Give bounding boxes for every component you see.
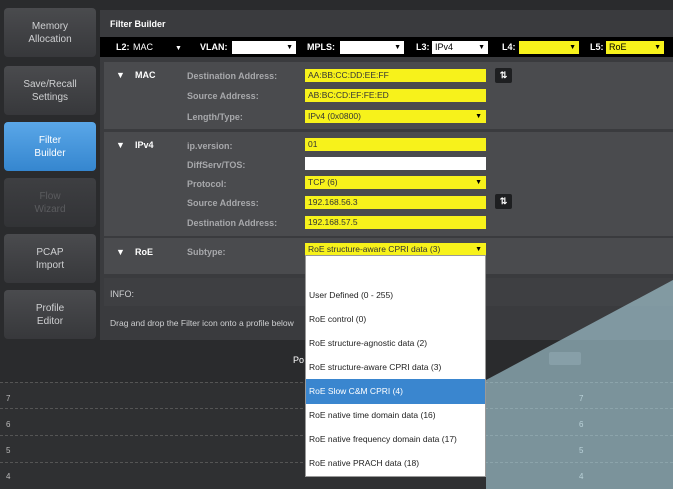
ipv4-title: IPv4	[135, 140, 154, 150]
dropdown-option[interactable]: RoE native time domain data (16)	[306, 403, 485, 428]
sidebar-item-pcap-import[interactable]: PCAP Import	[4, 234, 96, 283]
sidebar-item-save-recall[interactable]: Save/Recall Settings	[4, 66, 96, 115]
row-number: 4	[6, 472, 11, 481]
ipv4-dest-label: Destination Address:	[187, 218, 278, 228]
dropdown-option[interactable]: RoE native PRACH data (18)	[306, 451, 485, 476]
chevron-down-icon: ▼	[175, 45, 182, 52]
mac-lt-select[interactable]: IPv4 (0x0800) ▼	[305, 110, 486, 123]
mac-lt-label: Length/Type:	[187, 112, 243, 122]
l5-select[interactable]: RoE ▼	[606, 41, 664, 54]
drag-hint: Drag and drop the Filter icon onto a pro…	[110, 318, 294, 328]
chevron-down-icon: ▼	[569, 44, 576, 51]
dropdown-option[interactable]: RoE structure-aware CPRI data (3)	[306, 355, 485, 380]
info-label: INFO:	[110, 289, 134, 299]
profile-header-text: Po	[293, 355, 305, 365]
mac-src-label: Source Address:	[187, 91, 259, 101]
l4-label: L4:	[502, 42, 516, 52]
ipv4-src-field[interactable]: 192.168.56.3	[305, 196, 486, 209]
swap-icon[interactable]: ⇅	[495, 68, 512, 83]
row-number: 5	[6, 446, 11, 455]
chevron-down-icon: ▼	[394, 44, 401, 51]
l4-select[interactable]: ▼	[519, 41, 579, 54]
panel-title: Filter Builder	[110, 19, 166, 29]
l3-value: IPv4	[435, 42, 454, 52]
triangle-down-icon[interactable]: ▼	[116, 140, 125, 150]
ipv4-proto-value: TCP (6)	[308, 177, 338, 187]
ipv4-ver-label: ip.version:	[187, 141, 233, 151]
vlan-select[interactable]: ▼	[232, 41, 296, 54]
ipv4-proto-label: Protocol:	[187, 179, 227, 189]
ipv4-ver-field[interactable]: 01	[305, 138, 486, 151]
row-number: 6	[6, 420, 11, 429]
l2-value: MAC	[133, 42, 153, 52]
mac-title: MAC	[135, 70, 156, 80]
chevron-down-icon: ▼	[654, 44, 661, 51]
dropdown-option[interactable]: RoE control (0)	[306, 307, 485, 332]
l3-select[interactable]: IPv4 ▼	[432, 41, 488, 54]
ipv4-diff-label: DiffServ/TOS:	[187, 160, 246, 170]
swap-icon[interactable]: ⇅	[495, 194, 512, 209]
ipv4-src-label: Source Address:	[187, 198, 259, 208]
roe-subtype-value: RoE structure-aware CPRI data (3)	[308, 244, 441, 254]
mpls-label: MPLS:	[307, 42, 335, 52]
mac-dest-label: Destination Address:	[187, 71, 278, 81]
chevron-down-icon: ▼	[475, 179, 482, 186]
l5-label: L5:	[590, 42, 604, 52]
triangle-down-icon[interactable]: ▼	[116, 70, 125, 80]
row-number: 7	[6, 394, 11, 403]
sidebar-item-filter-builder[interactable]: Filter Builder	[4, 122, 96, 171]
subtype-dropdown[interactable]: User Defined (0 - 255) RoE control (0) R…	[305, 255, 486, 477]
sidebar-item-flow-wizard: Flow Wizard	[4, 178, 96, 227]
dropdown-option[interactable]: User Defined (0 - 255)	[306, 283, 485, 308]
ipv4-proto-select[interactable]: TCP (6) ▼	[305, 176, 486, 189]
dropdown-option[interactable]: RoE native frequency domain data (17)	[306, 427, 485, 452]
sidebar-item-profile-editor[interactable]: Profile Editor	[4, 290, 96, 339]
vlan-label: VLAN:	[200, 42, 228, 52]
mac-src-field[interactable]: AB:BC:CD:EF:FE:ED	[305, 89, 486, 102]
dropdown-option-selected[interactable]: RoE Slow C&M CPRI (4)	[306, 379, 485, 404]
roe-title: RoE	[135, 247, 153, 257]
chevron-down-icon: ▼	[475, 113, 482, 120]
roe-subtype-label: Subtype:	[187, 247, 226, 257]
mpls-select[interactable]: ▼	[340, 41, 404, 54]
mac-lt-value: IPv4 (0x0800)	[308, 111, 361, 121]
zoom-beam	[486, 280, 673, 489]
app-root: { "sidebar": [ {"label": "Memory\nAlloca…	[0, 0, 673, 489]
l2-select[interactable]: MAC ▼	[133, 42, 182, 52]
triangle-down-icon[interactable]: ▼	[116, 247, 125, 257]
mac-dest-field[interactable]: AA:BB:CC:DD:EE:FF	[305, 69, 486, 82]
ipv4-dest-field[interactable]: 192.168.57.5	[305, 216, 486, 229]
ipv4-diff-field[interactable]	[305, 157, 486, 170]
l5-value: RoE	[609, 42, 627, 52]
dropdown-option[interactable]: RoE structure-agnostic data (2)	[306, 331, 485, 356]
sidebar: Memory Allocation Save/Recall Settings F…	[0, 0, 104, 345]
l2-label: L2:	[116, 42, 130, 52]
l3-label: L3:	[416, 42, 430, 52]
chevron-down-icon: ▼	[286, 44, 293, 51]
chevron-down-icon: ▼	[478, 44, 485, 51]
sidebar-item-memory-allocation[interactable]: Memory Allocation	[4, 8, 96, 57]
